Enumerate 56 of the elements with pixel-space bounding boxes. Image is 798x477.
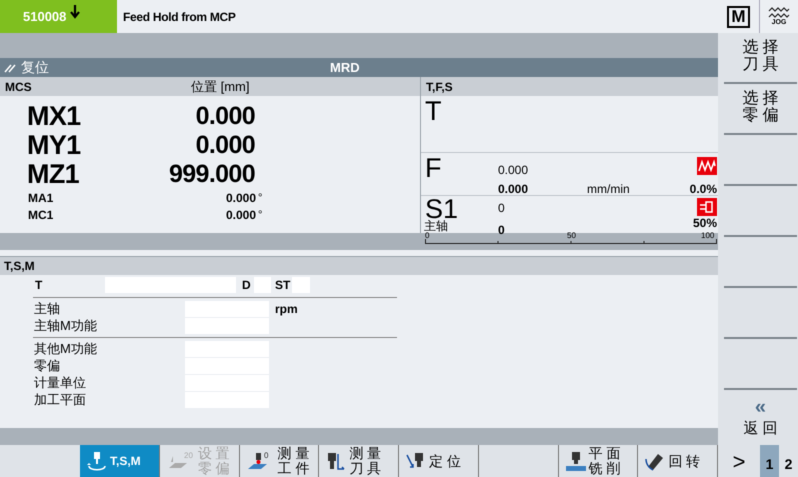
tool-label: T [425,96,442,126]
spindle-value: 0 [498,200,505,217]
down-arrow-icon [70,4,80,18]
softkey-button[interactable]: « 返 回 [724,390,797,441]
unit-label: ° [258,208,262,223]
face-mill-icon [564,450,586,472]
program-name: MRD [330,58,360,77]
alarm-message: Feed Hold from MCP [122,8,236,26]
panel-title: T,F,S [426,78,453,96]
feed-label: F [425,153,442,183]
axis-value: 0.000 [194,100,255,132]
softkey-button[interactable]: 选 择 刀 具 [724,33,797,84]
scale-tick: 0 [425,232,430,240]
scale-tick: 100 [701,232,714,240]
softkey-button[interactable]: 平 面 铣 削 [558,445,638,477]
softkey-button[interactable]: 定 位 [399,445,479,477]
axis-name: MA1 [28,190,54,206]
feed-status-icon [697,157,717,175]
panel-title: MCS [5,78,32,96]
scale-tick: 50 [567,232,576,240]
reset-icon [4,62,17,72]
panel-title: T,S,M [4,258,35,275]
field-label: D [242,277,252,294]
axis-value: 0.000 [224,206,256,224]
field-label: 计量单位 [34,376,87,390]
column-header: 位置 [mm] [191,78,250,96]
softkey-button[interactable]: T,S,M [80,445,160,477]
field-label: 零偏 [34,359,61,373]
page-tab[interactable]: 1 [760,445,779,477]
feed-unit: mm/min [587,181,630,198]
axis-value: 999.000 [168,158,255,190]
axis-name: MC1 [28,206,54,224]
field-label: 主轴M功能 [34,319,98,333]
field-label: 加工平面 [34,393,87,407]
softkey-button[interactable]: 测 量 刀 具 [319,445,399,477]
feed-value: 0.000 [498,162,528,179]
unit-label: rpm [275,301,298,318]
channel-state: 复位 [21,58,49,77]
softkey-button[interactable]: 选 择 零 偏 [724,84,797,135]
field-label: ST [275,277,292,294]
feed-actual: 0.000 [498,181,528,198]
field-label: 主轴 [34,302,61,316]
more-softkeys-button[interactable]: > [718,445,760,477]
spindle-actual: 0 [498,222,505,239]
axis-value: 0.000 [224,190,256,206]
unit-label: ° [258,191,262,206]
field-label: T [35,277,44,294]
feed-override: 0.0% [690,181,717,198]
spindle-override: 50% [692,217,717,230]
field-label: 其他M功能 [34,342,98,356]
tsm-icon [85,450,107,472]
axis-value: 0.000 [194,130,255,161]
softkey-button[interactable]: 0 测 量 工 件 [240,445,320,477]
spindle-status-icon [697,198,717,216]
alarm-indicator: 510008 [0,0,117,33]
page-tab[interactable]: 2 [779,445,798,477]
